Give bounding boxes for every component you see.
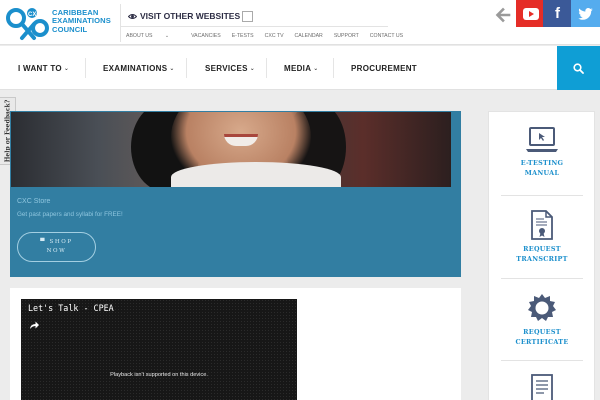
cxc-logo[interactable]: CXC CARIBBEAN EXAMINATIONS COUNCIL [6,4,120,42]
visit-label: VISIT OTHER WEBSITES [140,11,241,21]
cxc-logo-mark-icon: CXC [6,8,49,40]
facebook-icon: f [555,5,560,22]
sidebar-divider [501,195,583,196]
nav-procurement[interactable]: PROCUREMENT [351,46,417,90]
label-line: CERTIFICATE [515,338,569,346]
logo-mark-text: CXC [28,12,41,18]
sidebar-divider [501,360,583,361]
youtube-button[interactable] [516,0,545,27]
chevron-down-icon: ⌄ [249,65,256,72]
certificate-document-icon [531,210,553,240]
top-link-vacancies[interactable]: VACANCIES [191,33,221,39]
nav-label: PROCUREMENT [351,63,417,73]
visit-websites-checkbox[interactable] [242,11,253,22]
nav-label: I WANT TO [18,63,62,73]
document-icon [531,374,553,400]
shop-now-button[interactable]: ▀ SHOP NOW [17,232,96,262]
youtube-icon [522,7,539,20]
top-link-about-us[interactable]: ABOUT US ⌄ [126,33,180,39]
top-link-contact-us[interactable]: CONTACT US [370,33,403,39]
promo-title: CXC Store [17,198,51,205]
nav-label: SERVICES [205,63,248,73]
top-link-cxc-tv[interactable]: CXC TV [265,33,284,39]
nav-media[interactable]: MEDIA ⌄ [284,46,319,90]
chevron-down-icon: ⌄ [169,65,175,72]
label-line: E-TESTING [520,159,564,167]
nav-divider [85,58,86,78]
cxc-store-promo: CXC Store Get past papers and syllabi fo… [10,111,461,277]
main-nav: I WANT TO ⌄ EXAMINATIONS ⌄ SERVICES ⌄ MEDIA… [0,46,600,90]
promo-photo [11,112,451,187]
sidebar-item-label: REQUEST CERTIFICATE [501,327,583,347]
laptop-icon [526,127,558,152]
sidebar-item-label: REQUEST TRANSCRIPT [501,244,583,264]
share-icon[interactable] [29,320,40,330]
logo-text: CARIBBEAN EXAMINATIONS COUNCIL [52,8,111,34]
chevron-down-icon: ⌄ [313,65,319,72]
quick-links-sidebar: E-TESTING MANUAL REQUEST TRANSCRIPT REQU… [488,111,595,400]
top-link-calendar[interactable]: CALENDAR [295,33,323,39]
label-line: TRANSCRIPT [516,255,568,263]
label-line: REQUEST [523,328,561,336]
twitter-button[interactable] [571,0,600,27]
eye-icon [128,13,137,19]
video-card: Let's Talk - CPEA Playback isn't support… [10,288,461,400]
nav-divider [186,58,187,78]
search-button[interactable] [557,46,600,90]
twitter-icon [578,7,593,20]
chevron-down-icon: ⌄ [63,65,70,72]
cart-icon: ▀ [40,239,47,245]
header-rule [121,26,388,27]
shop-now-line-1: ▀ SHOP [40,238,72,247]
nav-i-want-to[interactable]: I WANT TO ⌄ [18,46,69,90]
chevron-down-icon: ⌄ [164,33,170,39]
promo-subtitle: Get past papers and syllabi for FREE! [17,211,123,218]
playback-message: Playback isn't supported on this device. [110,372,208,378]
sidebar-item-document[interactable] [501,374,583,400]
facebook-button[interactable]: f [543,0,572,27]
video-title: Let's Talk - CPEA [28,303,114,313]
header-divider [120,4,121,42]
shop-now-line-2: NOW [46,248,67,254]
visit-other-websites-link[interactable]: VISIT OTHER WEBSITES [128,10,240,22]
nav-label: MEDIA [284,63,312,73]
logo-line-3: COUNCIL [52,24,88,34]
sidebar-divider [501,278,583,279]
top-link-e-tests[interactable]: E-TESTS [232,33,254,39]
sidebar-item-request-transcript[interactable]: REQUEST TRANSCRIPT [501,210,583,264]
top-link-support[interactable]: SUPPORT [334,33,359,39]
nav-services[interactable]: SERVICES ⌄ [205,46,255,90]
site-header: CXC CARIBBEAN EXAMINATIONS COUNCIL VISIT… [0,0,600,45]
label-line: MANUAL [524,169,560,177]
shop-label: SHOP [49,239,73,245]
seal-icon [528,294,556,321]
sidebar-item-label: E-TESTING MANUAL [501,158,583,178]
photo-shape [171,162,341,187]
back-arrow-icon[interactable] [494,6,512,24]
nav-label: EXAMINATIONS [103,63,168,73]
label-line: REQUEST [523,245,561,253]
nav-divider [266,58,267,78]
top-link-label: ABOUT US [126,33,153,39]
video-player[interactable]: Let's Talk - CPEA Playback isn't support… [21,299,297,400]
sidebar-item-request-certificate[interactable]: REQUEST CERTIFICATE [501,293,583,347]
nav-examinations[interactable]: EXAMINATIONS ⌄ [103,46,175,90]
search-icon [573,62,584,74]
sidebar-item-e-testing-manual[interactable]: E-TESTING MANUAL [501,126,583,178]
top-links: ABOUT US ⌄ VACANCIES E-TESTS CXC TV CALE… [126,33,414,39]
nav-divider [333,58,334,78]
